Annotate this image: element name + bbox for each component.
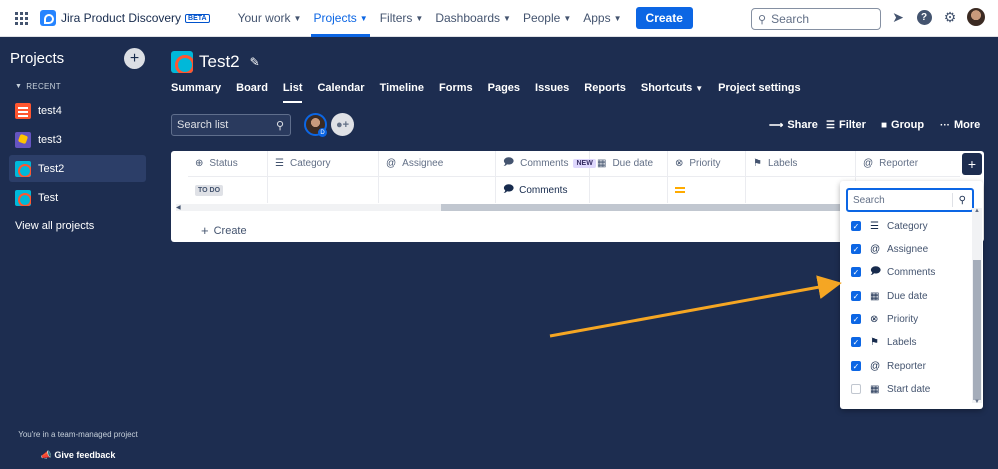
annotation-arrow — [549, 275, 842, 338]
